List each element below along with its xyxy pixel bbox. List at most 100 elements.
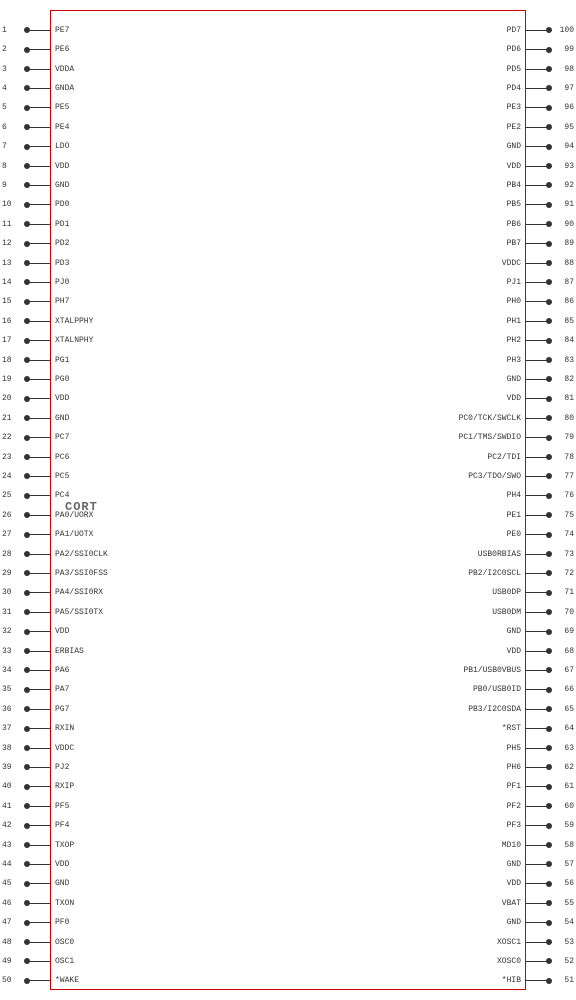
pin-number-right: 64	[564, 724, 574, 733]
pin-line-right	[526, 340, 549, 341]
pin-line-right	[526, 495, 549, 496]
pin-row-right-78: 78PC2/TDI	[0, 448, 576, 467]
chip-container: 1PE72PE63VDDA4GNDA5PE56PE47LDO8VDD9GND10…	[0, 0, 576, 1000]
pin-row-right-85: 85 PH1	[0, 312, 576, 331]
pin-number-right: 76	[564, 491, 574, 500]
pin-number-right: 78	[564, 453, 574, 462]
pin-number-right: 81	[564, 394, 574, 403]
pin-number-right: 85	[564, 317, 574, 326]
pin-row-right-74: 74PE0	[0, 525, 576, 544]
pin-line-right	[526, 554, 549, 555]
pin-number-right: 61	[564, 782, 574, 791]
pin-number-right: 80	[564, 414, 574, 423]
pin-line-right	[526, 185, 549, 186]
pin-line-right	[526, 418, 549, 419]
pin-row-right-98: 98PD5	[0, 60, 576, 79]
pin-number-right: 66	[564, 685, 574, 694]
pin-row-right-51: 51*HIB	[0, 971, 576, 990]
pin-line-right	[526, 689, 549, 690]
pin-line-right	[526, 360, 549, 361]
pin-number-right: 58	[564, 841, 574, 850]
pin-number-right: 91	[564, 200, 574, 209]
pin-label-right: PH3	[507, 356, 521, 365]
pin-row-right-80: 80PC0/TCK/SWCLK	[0, 409, 576, 428]
pin-line-right	[526, 127, 549, 128]
pin-label-right: PF2	[507, 802, 521, 811]
pin-row-right-55: 55VBAT	[0, 894, 576, 913]
pin-line-right	[526, 321, 549, 322]
pin-label-right: PD4	[507, 84, 521, 93]
pin-row-right-79: 79 PC1/TMS/SWDIO	[0, 428, 576, 447]
pin-label-right: USB0DM	[492, 608, 521, 617]
pin-number-right: 88	[564, 259, 574, 268]
pin-label-right: GND	[507, 627, 521, 636]
pin-label-right: PB2/I2C0SCL	[468, 569, 521, 578]
pin-row-right-90: 90PB6	[0, 215, 576, 234]
pin-line-right	[526, 243, 549, 244]
pin-line-right	[526, 709, 549, 710]
pin-number-right: 56	[564, 879, 574, 888]
pin-row-right-83: 83PH3	[0, 351, 576, 370]
pin-line-right	[526, 592, 549, 593]
pin-label-right: USB0RBIAS	[478, 550, 521, 559]
pin-line-right	[526, 301, 549, 302]
pin-line-right	[526, 282, 549, 283]
pin-label-right: PC1/TMS/SWDIO	[459, 433, 521, 442]
pin-row-right-95: 95PE2	[0, 118, 576, 137]
pin-label-right: PH1	[507, 317, 521, 326]
pin-label-right: VDD	[507, 162, 521, 171]
pin-line-right	[526, 146, 549, 147]
pin-row-right-53: 53XOSC1	[0, 933, 576, 952]
pin-row-right-68: 68VDD	[0, 642, 576, 661]
pin-line-right	[526, 224, 549, 225]
pin-number-right: 90	[564, 220, 574, 229]
pin-line-right	[526, 166, 549, 167]
pin-row-right-57: 57GND	[0, 855, 576, 874]
pin-line-right	[526, 786, 549, 787]
pin-number-right: 70	[564, 608, 574, 617]
pin-row-right-71: 71USB0DP	[0, 583, 576, 602]
pin-number-right: 67	[564, 666, 574, 675]
pin-label-right: PF1	[507, 782, 521, 791]
pin-row-right-69: 69 GND	[0, 622, 576, 641]
pin-row-right-93: 93VDD	[0, 157, 576, 176]
pin-label-right: PB0/USB0ID	[473, 685, 521, 694]
pin-label-right: VDDC	[502, 259, 521, 268]
pin-row-right-87: 87PJ1	[0, 273, 576, 292]
pin-number-right: 79	[564, 433, 574, 442]
pin-label-right: PH4	[507, 491, 521, 500]
pin-label-right: MD10	[502, 841, 521, 850]
pin-row-right-96: 96PE3	[0, 98, 576, 117]
pin-row-right-59: 59PF3	[0, 816, 576, 835]
pin-line-right	[526, 903, 549, 904]
pin-number-right: 57	[564, 860, 574, 869]
pin-line-right	[526, 728, 549, 729]
pin-row-right-52: 52XOSC0	[0, 952, 576, 971]
pin-number-right: 95	[564, 123, 574, 132]
pin-label-right: PH5	[507, 744, 521, 753]
pin-line-right	[526, 864, 549, 865]
pin-row-right-88: 88 VDDC	[0, 254, 576, 273]
pin-line-right	[526, 573, 549, 574]
pin-label-right: PB1/USB0VBUS	[463, 666, 521, 675]
pin-number-right: 51	[564, 976, 574, 985]
pin-row-right-73: 73USB0RBIAS	[0, 545, 576, 564]
pin-number-right: 97	[564, 84, 574, 93]
pin-number-right: 69	[564, 627, 574, 636]
pin-number-right: 52	[564, 957, 574, 966]
pin-line-right	[526, 30, 549, 31]
pin-number-right: 100	[560, 26, 574, 35]
pin-line-right	[526, 476, 549, 477]
pin-row-right-60: 60 PF2	[0, 797, 576, 816]
pin-row-right-94: 94GND	[0, 137, 576, 156]
pin-label-right: PF3	[507, 821, 521, 830]
pin-number-right: 99	[564, 45, 574, 54]
pin-line-right	[526, 767, 549, 768]
pin-number-right: 60	[564, 802, 574, 811]
pin-row-right-72: 72 PB2/I2C0SCL	[0, 564, 576, 583]
pin-number-right: 72	[564, 569, 574, 578]
pin-label-right: VBAT	[502, 899, 521, 908]
pin-line-right	[526, 49, 549, 50]
pin-number-right: 96	[564, 103, 574, 112]
chip-label: CORT	[65, 500, 98, 514]
